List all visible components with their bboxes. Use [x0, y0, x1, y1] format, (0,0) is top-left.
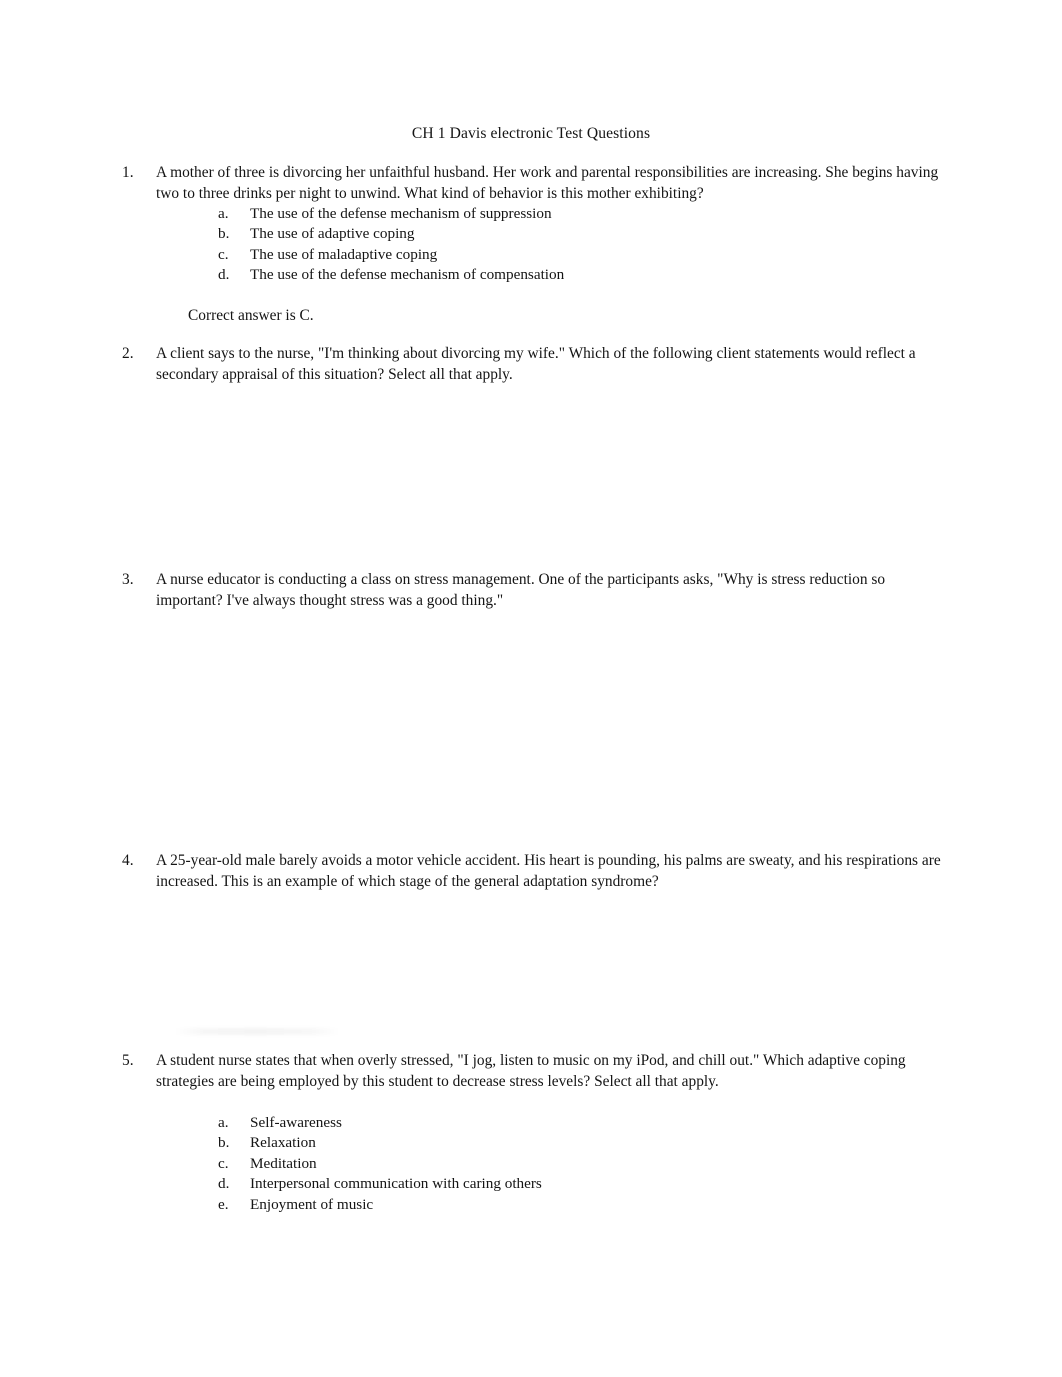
option-item[interactable]: e. Enjoyment of music [0, 1195, 1062, 1215]
option-item[interactable]: b. Relaxation [0, 1133, 1062, 1153]
option-letter: d. [218, 1175, 230, 1193]
question-text-5: A student nurse states that when overly … [156, 1052, 910, 1090]
option-letter: c. [218, 245, 229, 263]
question-item-5: 5. A student nurse states that when over… [0, 1051, 1062, 1092]
image-residue-artifact [175, 1028, 340, 1035]
option-label: Relaxation [250, 1134, 316, 1152]
question-number-1: 1. [122, 164, 134, 181]
question-5-options: a. Self-awareness b. Relaxation c. Medit… [0, 1113, 1062, 1215]
question-item-1: 1. A mother of three is divorcing her un… [0, 163, 1062, 202]
question-text-1: A mother of three is divorcing her unfai… [156, 164, 943, 202]
option-item[interactable]: c. Meditation [0, 1154, 1062, 1174]
option-label: Interpersonal communication with caring … [250, 1175, 542, 1193]
option-letter: a. [218, 1114, 229, 1131]
option-letter: e. [218, 1195, 229, 1213]
option-letter: b. [218, 1134, 230, 1152]
page-title: CH 1 Davis electronic Test Questions [411, 125, 651, 142]
option-item[interactable]: b. The use of adaptive coping [0, 224, 1062, 244]
question-number-4: 4. [122, 852, 134, 869]
question-list: 1. A mother of three is divorcing her un… [0, 163, 1062, 1213]
option-item[interactable]: d. Interpersonal communication with cari… [0, 1174, 1062, 1194]
answer-note-1: Correct answer is C. [188, 307, 314, 324]
option-item[interactable]: c. The use of maladaptive coping [0, 245, 1062, 265]
question-1-options: a. The use of the defense mechanism of s… [0, 204, 1062, 286]
option-label: The use of maladaptive coping [250, 245, 438, 263]
question-number-3: 3. [122, 571, 134, 588]
option-item[interactable]: a. The use of the defense mechanism of s… [0, 204, 1062, 224]
document-page: CH 1 Davis electronic Test Questions 1. … [0, 0, 1062, 1377]
option-label: The use of adaptive coping [250, 225, 415, 243]
option-item[interactable]: d. The use of the defense mechanism of c… [0, 265, 1062, 285]
option-label: Self-awareness [250, 1114, 342, 1131]
question-text-3: A nurse educator is conducting a class o… [156, 571, 889, 609]
option-label: Enjoyment of music [250, 1195, 374, 1213]
option-label: The use of the defense mechanism of supp… [250, 205, 552, 222]
question-number-5: 5. [122, 1052, 134, 1069]
question-item-3: 3. A nurse educator is conducting a clas… [0, 570, 1062, 611]
missing-image-placeholder-q2 [156, 393, 942, 573]
question-item-4: 4. A 25-year-old male barely avoids a mo… [0, 851, 1062, 892]
option-item[interactable]: a. Self-awareness [0, 1113, 1062, 1133]
option-label: The use of the defense mechanism of comp… [250, 266, 565, 284]
missing-image-placeholder-q3 [156, 619, 942, 849]
option-letter: c. [218, 1154, 229, 1172]
missing-image-placeholder-q4 [156, 900, 942, 1040]
option-letter: a. [218, 205, 229, 222]
option-letter: d. [218, 266, 230, 284]
option-letter: b. [218, 225, 230, 243]
question-text-4: A 25-year-old male barely avoids a motor… [156, 852, 945, 890]
question-item-2: 2. A client says to the nurse, "I'm thin… [0, 344, 1062, 385]
option-label: Meditation [250, 1154, 317, 1172]
question-text-2: A client says to the nurse, "I'm thinkin… [156, 345, 920, 383]
question-number-2: 2. [122, 345, 134, 362]
